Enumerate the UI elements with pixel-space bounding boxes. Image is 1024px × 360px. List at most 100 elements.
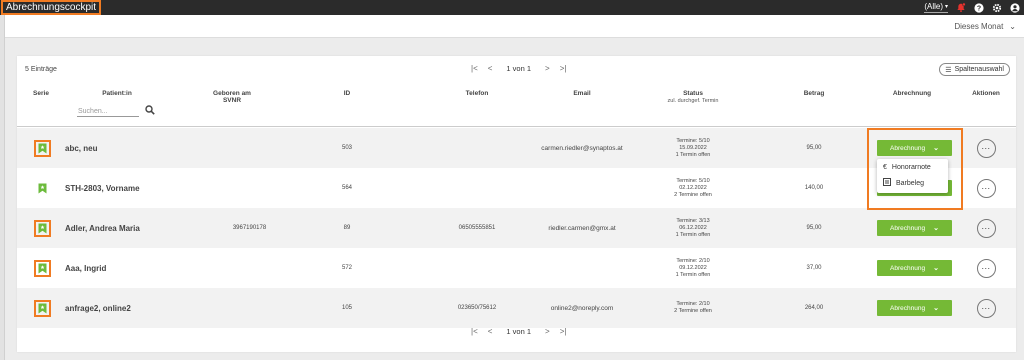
last-page-icon[interactable]: >|	[560, 327, 567, 336]
id-value: 572	[341, 265, 352, 271]
more-actions-button[interactable]: ...	[976, 298, 996, 318]
patient-name[interactable]: STH-2803, Vorname	[65, 168, 215, 208]
status-appointments: Termine: 2/10	[676, 301, 710, 307]
header-serie[interactable]: Serie	[29, 90, 53, 97]
header-born-label: Geboren am	[213, 90, 251, 97]
actions-cell: ...	[975, 208, 997, 248]
app-title: Abrechnungscockpit	[1, 0, 102, 15]
amount-value: 37,00	[806, 265, 822, 271]
settings-gear-icon[interactable]	[992, 3, 1002, 13]
series-cell	[30, 168, 54, 208]
header-phone[interactable]: Telefon	[457, 90, 497, 97]
menu-item-honorarnote[interactable]: € Honorarnote	[877, 159, 948, 175]
series-bookmark-icon[interactable]	[33, 259, 51, 277]
status-open: 1 Termin offen	[675, 271, 711, 278]
more-actions-button[interactable]: ...	[976, 178, 996, 198]
billing-button-label: Abrechnung	[890, 224, 926, 232]
series-bookmark-icon[interactable]	[33, 299, 51, 317]
phone-value	[432, 168, 522, 208]
status-appointments: Termine: 2/10	[676, 257, 710, 264]
more-actions-button[interactable]: ...	[976, 258, 996, 278]
billing-button[interactable]: Abrechnung ⌄	[877, 300, 952, 316]
svnr-value	[212, 248, 287, 288]
menu-lines-icon: ☰	[945, 66, 952, 74]
billing-dropdown-menu: € Honorarnote Barbeleg	[877, 159, 948, 193]
series-bookmark-icon[interactable]	[34, 180, 51, 197]
first-page-icon[interactable]: |<	[471, 64, 478, 73]
table-header: Serie Patient:in Geboren am SVNR ID Tele…	[17, 88, 1016, 126]
header-id[interactable]: ID	[337, 90, 357, 97]
id-value: 105	[341, 305, 352, 311]
billing-cell: Abrechnung ⌄	[877, 288, 952, 328]
prev-page-icon[interactable]: <	[488, 64, 493, 73]
menu-item-barbeleg[interactable]: Barbeleg	[877, 175, 948, 191]
svnr-value	[212, 128, 287, 168]
page-indicator: 1 von 1	[506, 64, 532, 73]
email-value: online2@noreply.com	[550, 304, 614, 312]
phone-value	[432, 248, 522, 288]
status-last-date: 15.09.2022	[679, 144, 707, 151]
series-bookmark-icon[interactable]	[33, 219, 51, 237]
patient-search-input[interactable]: Suchen...	[77, 106, 139, 117]
phone-value: 06505555851	[458, 225, 496, 231]
amount-value: 140,00	[804, 185, 824, 191]
next-page-icon[interactable]: >	[545, 64, 550, 73]
status-appointments: Termine: 3/13	[676, 217, 710, 224]
chevron-down-icon: ⌄	[933, 305, 939, 312]
status-last-date: 09.12.2022	[679, 264, 707, 271]
first-page-icon[interactable]: |<	[471, 327, 478, 336]
amount-value: 95,00	[806, 225, 822, 231]
patient-name[interactable]: Aaa, Ingrid	[65, 248, 215, 288]
more-actions-button[interactable]: ...	[976, 138, 996, 158]
id-value: 503	[341, 145, 352, 151]
chevron-down-icon: ⌄	[933, 225, 939, 232]
series-bookmark-icon[interactable]	[33, 139, 51, 157]
status-cell: Termine: 2/10 2 Termine offen	[653, 288, 733, 328]
more-actions-button[interactable]: ...	[976, 218, 996, 238]
series-cell	[30, 128, 54, 168]
billing-button-label: Abrechnung	[890, 264, 926, 272]
status-cell: Termine: 3/13 06.12.2022 1 Termin offen	[653, 208, 733, 248]
series-cell	[30, 288, 54, 328]
billing-button[interactable]: Abrechnung ⌄	[877, 220, 952, 236]
header-actions: Aktionen	[972, 90, 1000, 97]
patient-name[interactable]: anfrage2, online2	[65, 288, 215, 328]
last-page-icon[interactable]: >|	[560, 64, 567, 73]
status-open: 1 Termin offen	[675, 231, 711, 238]
series-cell	[30, 208, 54, 248]
patient-name[interactable]: abc, neu	[65, 128, 215, 168]
table-row[interactable]: Adler, Andrea Maria 3967190178 89 065055558…	[17, 208, 1016, 248]
column-select-button[interactable]: ☰ Spaltenauswahl	[939, 63, 1010, 76]
next-page-icon[interactable]: >	[545, 327, 550, 336]
status-cell: Termine: 2/10 09.12.2022 1 Termin offen	[653, 248, 733, 288]
search-icon[interactable]	[145, 105, 155, 115]
period-select[interactable]: Dieses Monat ⌄	[954, 22, 1016, 31]
top-bar-tools: (Alle) ▾ ?	[924, 0, 1020, 15]
chevron-down-icon: ▾	[944, 4, 948, 10]
svnr-value	[212, 168, 287, 208]
user-account-icon[interactable]	[1010, 2, 1020, 13]
billing-cell: Abrechnung ⌄	[877, 208, 952, 248]
status-last-date: 02.12.2022	[679, 184, 707, 191]
header-email[interactable]: Email	[567, 90, 597, 97]
header-born[interactable]: Geboren am SVNR	[197, 90, 267, 104]
status-open: 2 Termine offen	[674, 191, 712, 198]
global-filter-select[interactable]: (Alle) ▾	[924, 2, 948, 13]
status-open: 2 Termine offen	[674, 308, 712, 314]
header-amount[interactable]: Betrag	[799, 90, 829, 97]
table-row[interactable]: Aaa, Ingrid 572 Termine: 2/10 09.12.2022 1 T…	[17, 248, 1016, 288]
patient-name[interactable]: Adler, Andrea Maria	[65, 208, 215, 248]
email-value: carmen.riedler@synaptos.at	[541, 144, 623, 152]
billing-button[interactable]: Abrechnung ⌄	[877, 260, 952, 276]
prev-page-icon[interactable]: <	[488, 327, 493, 336]
header-status-sub: zul. durchgef. Termin	[667, 98, 719, 104]
id-value: 89	[343, 225, 351, 231]
table-row[interactable]: anfrage2, online2 105 023650/75612 online2@…	[17, 288, 1016, 328]
global-filter-value: (Alle)	[924, 2, 943, 11]
id-value: 564	[341, 185, 352, 191]
header-status[interactable]: Status zul. durchgef. Termin	[653, 90, 733, 104]
notification-bell-icon[interactable]	[956, 2, 966, 13]
header-patient[interactable]: Patient:in	[87, 90, 147, 97]
help-icon[interactable]: ?	[974, 2, 984, 13]
status-cell: Termine: 5/10 02.12.2022 2 Termine offen	[653, 168, 733, 208]
